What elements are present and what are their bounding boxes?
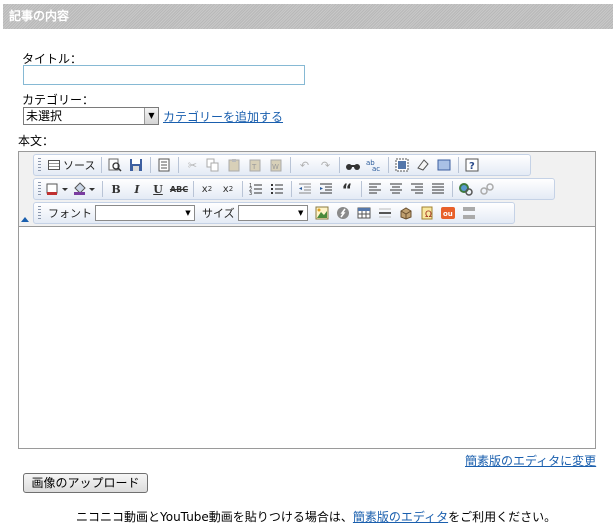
bullet-list-icon[interactable] [267, 180, 287, 198]
align-justify-icon[interactable] [428, 180, 448, 198]
chevron-down-icon: ▼ [297, 209, 304, 217]
text-color-icon[interactable] [45, 180, 71, 198]
align-center-icon[interactable] [386, 180, 406, 198]
switch-simple-editor-link[interactable]: 簡素版のエディタに変更 [465, 452, 596, 469]
toolbar-grip[interactable] [38, 182, 41, 196]
toolbar-row-3: フォント ▼ サイズ ▼ Ω ou [33, 202, 515, 224]
subscript-icon[interactable]: x2 [197, 180, 217, 198]
toolbar-grip[interactable] [38, 158, 41, 172]
page-break-icon[interactable] [459, 204, 479, 222]
numbered-list-icon[interactable]: 123 [246, 180, 266, 198]
toolbar-separator [458, 157, 460, 173]
unlink-icon[interactable] [477, 180, 497, 198]
maximize-icon[interactable] [434, 156, 454, 174]
templates-icon[interactable] [154, 156, 174, 174]
source-icon [48, 160, 60, 170]
editor-toolbar: ソース ✂ T W ↶ ↷ ab ac ? B I U ABC x 2 x 2 … [19, 152, 595, 227]
flash-icon[interactable] [333, 204, 353, 222]
body-label: 本文： [18, 134, 55, 148]
cut-icon[interactable]: ✂ [182, 156, 202, 174]
category-label: カテゴリー： [22, 93, 95, 107]
source-button[interactable]: ソース [45, 156, 98, 174]
redo-icon[interactable]: ↷ [315, 156, 335, 174]
section-header: 記事の内容 [3, 4, 613, 29]
table-icon[interactable] [354, 204, 374, 222]
bold-icon[interactable]: B [106, 180, 126, 198]
toolbar-separator [291, 181, 292, 197]
preview-icon[interactable] [105, 156, 125, 174]
category-select[interactable]: 未選択 ▼ [23, 107, 159, 125]
toolbar-grip[interactable] [38, 206, 41, 220]
toolbar-separator [388, 157, 390, 173]
toolbar-separator [178, 157, 180, 173]
svg-text:W: W [272, 163, 279, 171]
svg-text:ou: ou [443, 210, 453, 218]
replace-icon[interactable]: ab ac [364, 156, 384, 174]
copy-icon[interactable] [203, 156, 223, 174]
toolbar-row-2: B I U ABC x2 x2 123 “ [33, 178, 555, 200]
svg-text:ac: ac [372, 165, 380, 172]
superscript-icon[interactable]: x2 [218, 180, 238, 198]
size-select[interactable]: ▼ [237, 205, 308, 221]
blockquote-icon[interactable]: “ [337, 180, 357, 199]
italic-icon[interactable]: I [127, 180, 147, 198]
source-label: ソース [63, 159, 96, 172]
toolbar-separator [193, 181, 194, 197]
toolbar-separator [242, 181, 243, 197]
svg-text:Ω: Ω [425, 210, 432, 220]
toolbar-separator [452, 181, 453, 197]
toolbar-separator [150, 157, 152, 173]
editor-content-area[interactable] [19, 227, 595, 448]
add-category-link[interactable]: カテゴリーを追加する [163, 108, 283, 125]
align-left-icon[interactable] [365, 180, 385, 198]
toolbar-separator [361, 181, 362, 197]
toolbar-separator [339, 157, 341, 173]
help-icon[interactable]: ? [462, 156, 482, 174]
link-icon[interactable] [456, 180, 476, 198]
section-title: 記事の内容 [9, 9, 70, 23]
smiley-icon[interactable] [396, 204, 416, 222]
title-input[interactable] [23, 65, 305, 85]
paste-word-icon[interactable]: W [266, 156, 286, 174]
toolbar-separator [102, 181, 103, 197]
horizontal-rule-icon[interactable] [375, 204, 395, 222]
toolbar-separator [290, 157, 292, 173]
save-icon[interactable] [126, 156, 146, 174]
svg-text:T: T [251, 163, 257, 171]
image-icon[interactable] [312, 204, 332, 222]
undo-icon[interactable]: ↶ [294, 156, 314, 174]
toolbar-row-1: ソース ✂ T W ↶ ↷ ab ac ? [33, 154, 531, 176]
svg-text:?: ? [469, 161, 475, 172]
embed-video-icon[interactable]: ou [438, 204, 458, 222]
strikethrough-icon[interactable]: ABC [169, 180, 189, 198]
special-char-icon[interactable]: Ω [417, 204, 437, 222]
simple-editor-link[interactable]: 簡素版のエディタ [353, 510, 448, 524]
toolbar-separator [101, 157, 103, 173]
rich-text-editor: ソース ✂ T W ↶ ↷ ab ac ? B I U ABC x 2 x 2 … [18, 151, 596, 449]
collapse-toolbar-icon[interactable] [21, 217, 29, 222]
remove-format-icon[interactable] [413, 156, 433, 174]
align-right-icon[interactable] [407, 180, 427, 198]
find-icon[interactable] [343, 156, 363, 174]
font-label: フォント [48, 207, 92, 220]
svg-text:3: 3 [249, 191, 252, 196]
note-suffix: をご利用ください。 [448, 510, 557, 524]
note-prefix: ニコニコ動画とYouTube動画を貼りつける場合は、 [76, 510, 353, 524]
paste-text-icon[interactable]: T [245, 156, 265, 174]
font-select[interactable]: ▼ [95, 205, 195, 221]
indent-icon[interactable] [316, 180, 336, 198]
category-selected-value: 未選択 [26, 109, 63, 123]
paste-icon[interactable] [224, 156, 244, 174]
embed-video-note: ニコニコ動画とYouTube動画を貼りつける場合は、簡素版のエディタをご利用くだ… [76, 508, 556, 525]
chevron-down-icon: ▼ [185, 209, 191, 217]
chevron-down-icon: ▼ [144, 108, 158, 124]
background-color-icon[interactable] [72, 180, 98, 198]
underline-icon[interactable]: U [148, 180, 168, 198]
image-upload-button[interactable]: 画像のアップロード [23, 473, 148, 493]
select-all-icon[interactable] [392, 156, 412, 174]
size-label: サイズ [202, 207, 235, 220]
outdent-icon[interactable] [295, 180, 315, 198]
